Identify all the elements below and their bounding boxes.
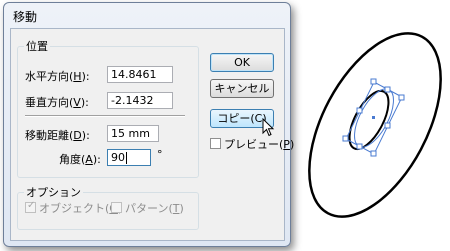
selection-handle[interactable] — [370, 78, 377, 85]
dialog-title: 移動 — [13, 10, 38, 24]
title-bar[interactable]: 移動 — [4, 3, 290, 27]
ok-button[interactable]: OK — [210, 53, 274, 72]
text-caret — [126, 152, 127, 164]
cancel-button[interactable]: キャンセル — [210, 79, 274, 98]
check-mark-icon: ✓ — [27, 200, 36, 211]
selection-handle[interactable] — [356, 107, 363, 114]
preview-label: プレビュー(P) — [224, 138, 295, 151]
group-separator — [25, 115, 185, 117]
angle-label: 角度(A): — [59, 153, 101, 166]
canvas-artwork — [308, 32, 442, 218]
selection-handle[interactable] — [384, 86, 391, 93]
preview-checkbox[interactable] — [210, 138, 221, 149]
vertical-label: 垂直方向(V): — [25, 96, 89, 109]
selection-handle[interactable] — [370, 150, 377, 157]
pattern-checkbox[interactable] — [111, 202, 122, 213]
dialog-body: 位置 水平方向(H): 14.8461 垂直方向(V): -2.1432 移動距… — [10, 28, 294, 241]
large-ellipse — [308, 32, 442, 218]
move-dialog: 移動 位置 水平方向(H): 14.8461 垂直方向(V): -2.1432 … — [3, 2, 294, 247]
horizontal-label: 水平方向(H): — [25, 70, 90, 83]
horizontal-input[interactable]: 14.8461 — [107, 66, 173, 83]
selection-handle[interactable] — [384, 122, 391, 129]
selection-handle[interactable] — [342, 135, 349, 142]
selection-center-point — [372, 116, 375, 119]
object-label: オブジェクト(O) — [39, 202, 122, 215]
pattern-label: パターン(T) — [125, 202, 184, 215]
vertical-input[interactable]: -2.1432 — [107, 92, 173, 109]
object-checkbox[interactable]: ✓ — [25, 200, 36, 213]
distance-label: 移動距離(D): — [25, 129, 90, 142]
selection-handle[interactable] — [356, 143, 363, 150]
selection-handle[interactable] — [398, 94, 405, 101]
distance-input[interactable]: 15 mm — [107, 125, 159, 142]
mouse-pointer-icon — [262, 118, 275, 137]
options-legend: オプション — [26, 186, 81, 199]
angle-input[interactable]: 90 — [107, 149, 151, 166]
degree-unit: ° — [157, 148, 163, 161]
position-legend: 位置 — [26, 40, 48, 53]
